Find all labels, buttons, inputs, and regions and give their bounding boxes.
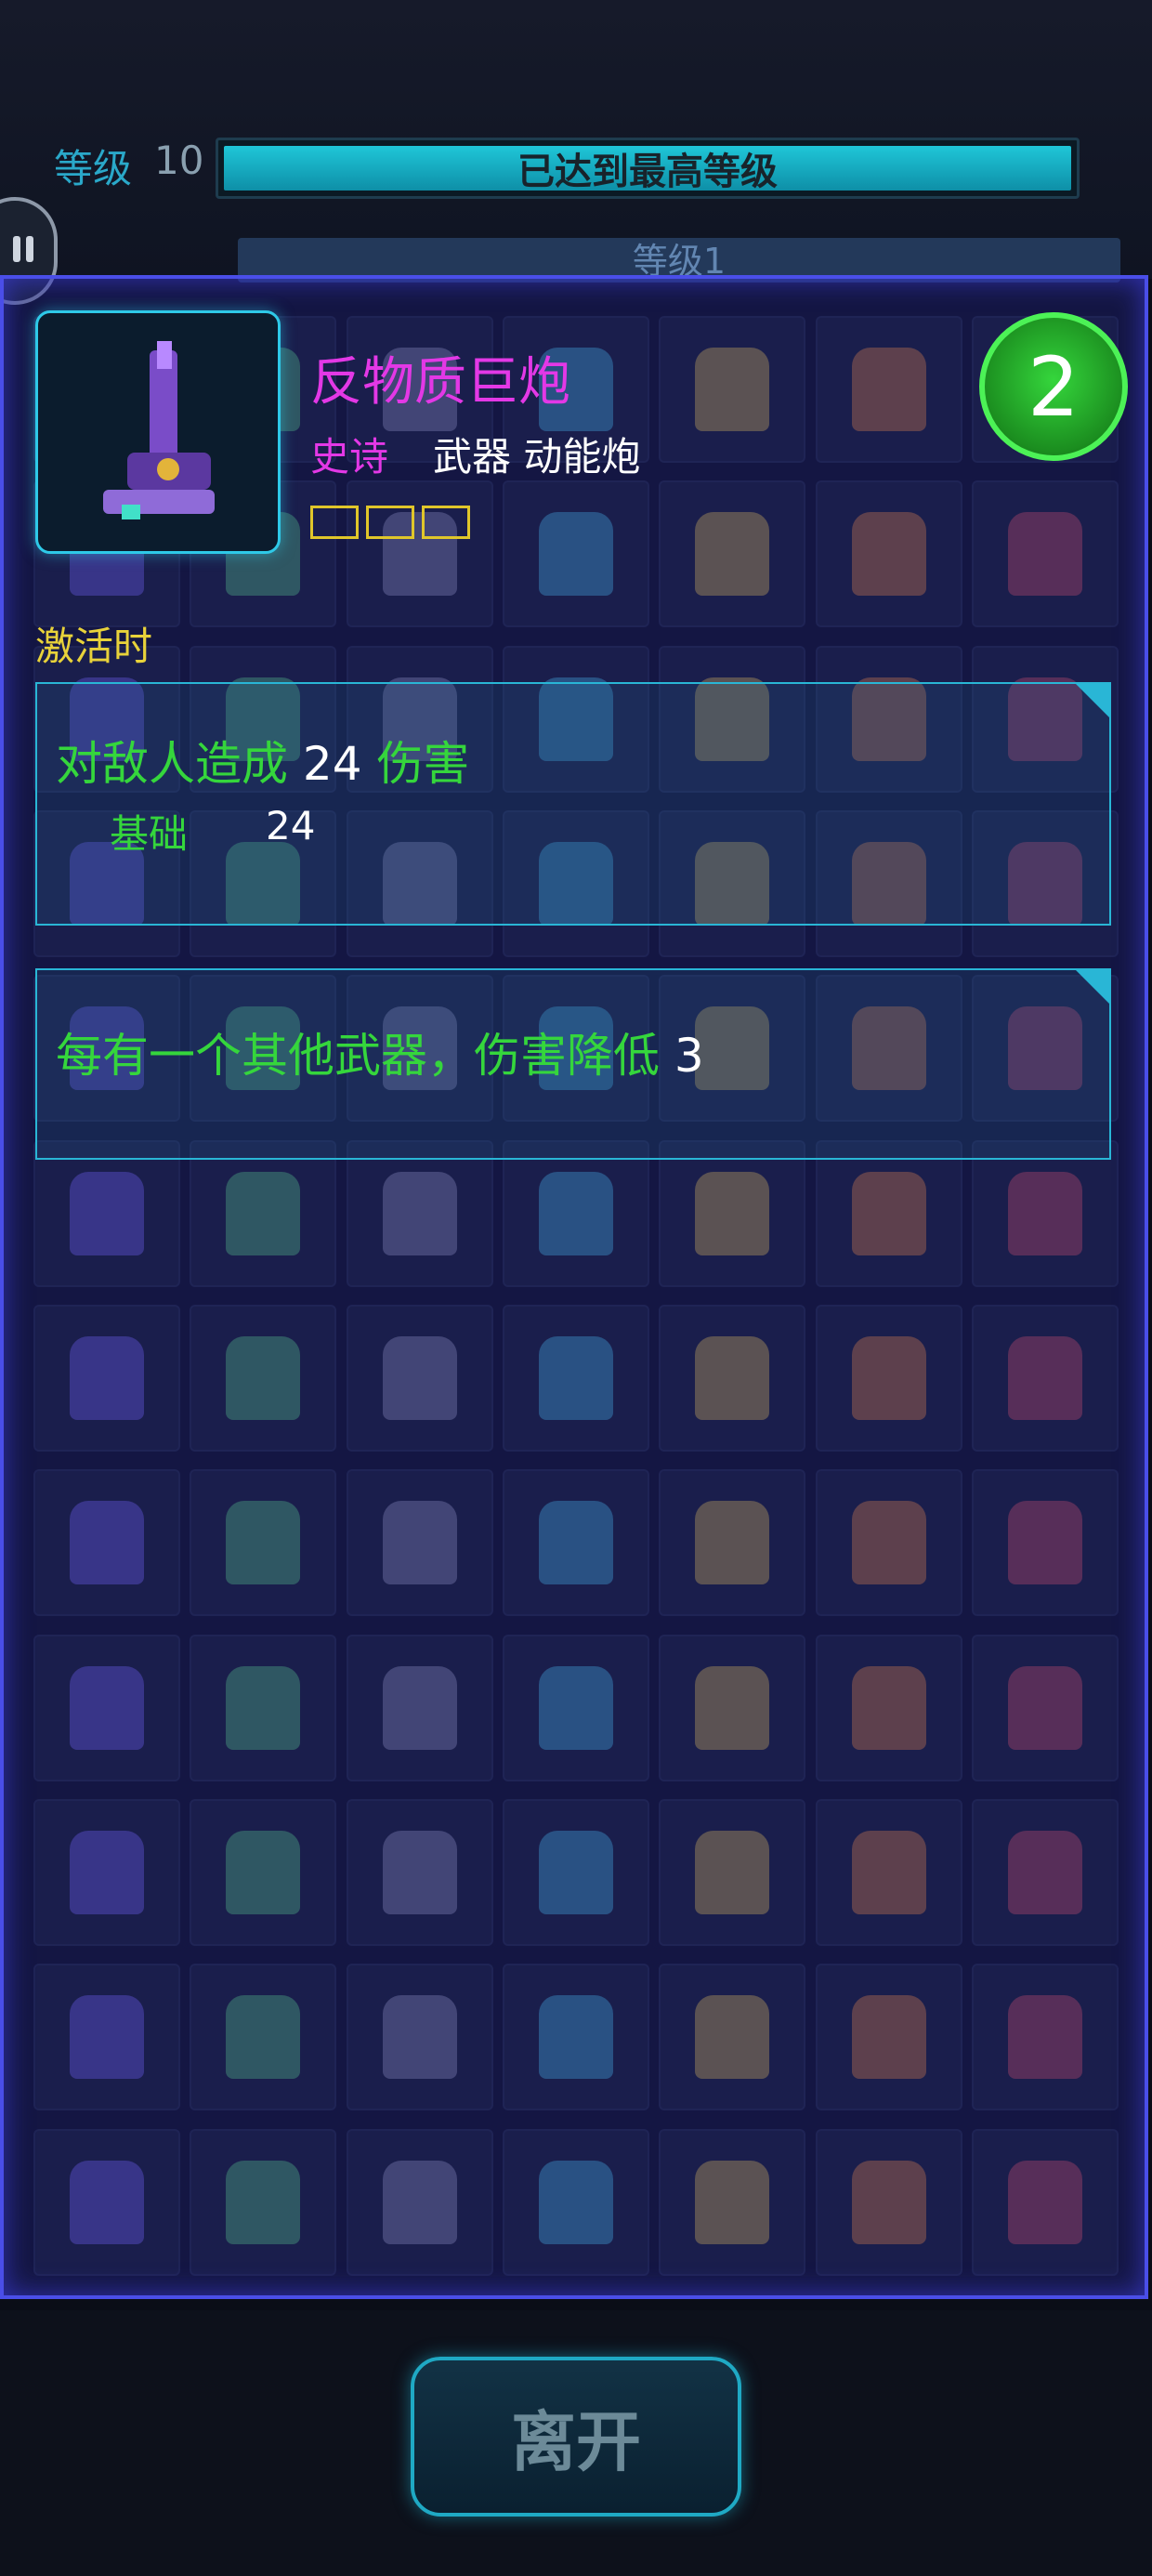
leave-button[interactable]: 离开 xyxy=(411,2357,741,2517)
level-progress-bar: 已达到最高等级 xyxy=(216,138,1080,199)
effect-penalty-value: 3 xyxy=(674,1029,704,1083)
effect-damage-suffix: 伤害 xyxy=(376,737,470,791)
cannon-icon xyxy=(103,341,215,519)
corner-accent xyxy=(1076,970,1109,1004)
effect-damage-prefix: 对敌人造成 xyxy=(56,737,288,791)
upgrade-slot xyxy=(422,506,470,539)
effect-penalty-line: 每有一个其他武器，伤害降低 3 xyxy=(56,1019,704,1085)
item-icon-frame xyxy=(35,310,281,554)
activation-label: 激活时 xyxy=(35,624,153,669)
item-rarity: 史诗 xyxy=(310,434,389,480)
base-label: 基础 xyxy=(110,811,189,857)
level-value: 10 xyxy=(154,138,204,183)
corner-accent xyxy=(1076,684,1109,717)
base-value: 24 xyxy=(266,803,316,848)
item-detail-panel xyxy=(0,275,1148,2299)
item-type: 武器 动能炮 xyxy=(433,434,641,480)
effect-damage-box: 对敌人造成 24 伤害 基础 24 xyxy=(35,682,1111,926)
item-name: 反物质巨炮 xyxy=(310,352,570,413)
effect-damage-value: 24 xyxy=(302,737,362,791)
upgrade-slot xyxy=(366,506,414,539)
effect-damage-line: 对敌人造成 24 伤害 xyxy=(56,727,469,794)
effect-penalty-box: 每有一个其他武器，伤害降低 3 xyxy=(35,968,1111,1160)
level-label: 等级 xyxy=(54,146,133,191)
item-level-badge: 2 xyxy=(979,312,1128,461)
upgrade-slot xyxy=(310,506,359,539)
upgrade-slots xyxy=(310,506,470,539)
effect-penalty-text: 每有一个其他武器，伤害降低 xyxy=(56,1029,660,1083)
level-bar-text: 已达到最高等级 xyxy=(517,151,778,193)
